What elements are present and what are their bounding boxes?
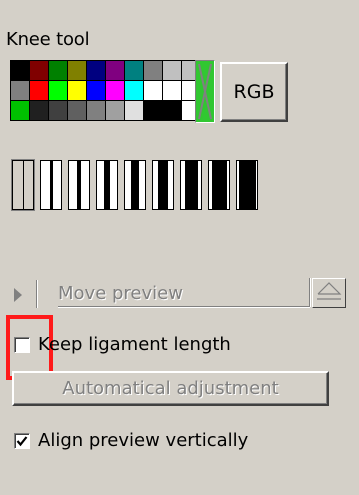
align-preview-checkbox[interactable] xyxy=(14,432,30,449)
color-swatch[interactable] xyxy=(30,81,48,100)
color-swatch[interactable] xyxy=(68,101,86,120)
keep-ligament-checkbox[interactable] xyxy=(14,336,30,353)
color-swatch[interactable] xyxy=(49,81,67,100)
brush-bar xyxy=(158,161,168,209)
brush-frame xyxy=(68,160,90,210)
brush-frame xyxy=(124,160,146,210)
color-swatch[interactable] xyxy=(125,61,143,80)
color-swatch[interactable] xyxy=(49,101,67,120)
keep-ligament-checkbox-row[interactable]: Keep ligament length xyxy=(14,334,231,355)
brush-bar xyxy=(104,161,110,209)
brush-2[interactable] xyxy=(38,160,66,212)
brush-4[interactable] xyxy=(94,160,122,212)
align-preview-checkbox-row[interactable]: Align preview vertically xyxy=(14,430,248,451)
color-swatch[interactable] xyxy=(68,81,86,100)
color-swatch[interactable] xyxy=(125,81,143,100)
color-swatch[interactable] xyxy=(144,101,162,120)
color-swatch[interactable] xyxy=(11,81,29,100)
color-swatch[interactable] xyxy=(125,101,143,120)
brush-3[interactable] xyxy=(66,160,94,212)
brush-selector xyxy=(10,159,262,212)
color-palette xyxy=(10,60,201,121)
move-preview-label: Move preview xyxy=(58,283,183,304)
color-swatch[interactable] xyxy=(30,101,48,120)
separator xyxy=(36,280,37,308)
triangle-right-icon[interactable] xyxy=(14,288,22,302)
color-swatch[interactable] xyxy=(87,61,105,80)
color-swatch[interactable] xyxy=(11,101,29,120)
align-preview-label: Align preview vertically xyxy=(38,430,249,451)
brush-frame xyxy=(208,160,230,210)
color-swatch[interactable] xyxy=(144,81,162,100)
fg-bg-color-icon[interactable] xyxy=(195,60,215,123)
brush-5[interactable] xyxy=(122,160,150,212)
color-swatch[interactable] xyxy=(163,101,181,120)
slider-track-end xyxy=(309,278,310,307)
brush-bar xyxy=(211,161,227,209)
color-swatch[interactable] xyxy=(106,81,124,100)
color-swatch[interactable] xyxy=(68,61,86,80)
brush-frame xyxy=(180,160,202,210)
brush-bar xyxy=(131,161,139,209)
automatical-adjustment-button[interactable]: Automatical adjustment xyxy=(12,371,329,406)
color-swatch[interactable] xyxy=(163,61,181,80)
color-swatch[interactable] xyxy=(106,61,124,80)
brush-frame xyxy=(96,160,118,210)
brush-bar xyxy=(238,161,256,209)
color-swatch[interactable] xyxy=(144,61,162,80)
keep-ligament-label: Keep ligament length xyxy=(38,334,231,355)
color-swatch[interactable] xyxy=(11,61,29,80)
color-swatch[interactable] xyxy=(106,101,124,120)
brush-bar xyxy=(49,161,53,209)
move-preview-slider[interactable]: Move preview xyxy=(10,278,346,310)
panel-title: Knee tool xyxy=(6,29,90,50)
brush-frame xyxy=(11,159,35,211)
color-swatch[interactable] xyxy=(49,61,67,80)
color-swatch[interactable] xyxy=(87,101,105,120)
brush-frame xyxy=(40,160,62,210)
color-swatch[interactable] xyxy=(87,81,105,100)
brush-7[interactable] xyxy=(178,160,206,212)
rgb-button[interactable]: RGB xyxy=(220,62,288,122)
color-swatch[interactable] xyxy=(30,61,48,80)
slider-track xyxy=(58,306,310,307)
triangle-up-icon[interactable] xyxy=(312,278,346,308)
brush-bar xyxy=(22,161,24,209)
brush-frame xyxy=(236,160,258,210)
brush-8[interactable] xyxy=(206,160,234,212)
brush-1[interactable] xyxy=(10,159,38,212)
brush-frame xyxy=(152,160,174,210)
color-swatch[interactable] xyxy=(163,81,181,100)
brush-bar xyxy=(184,161,198,209)
brush-bar xyxy=(77,161,81,209)
brush-9[interactable] xyxy=(234,160,262,212)
brush-6[interactable] xyxy=(150,160,178,212)
